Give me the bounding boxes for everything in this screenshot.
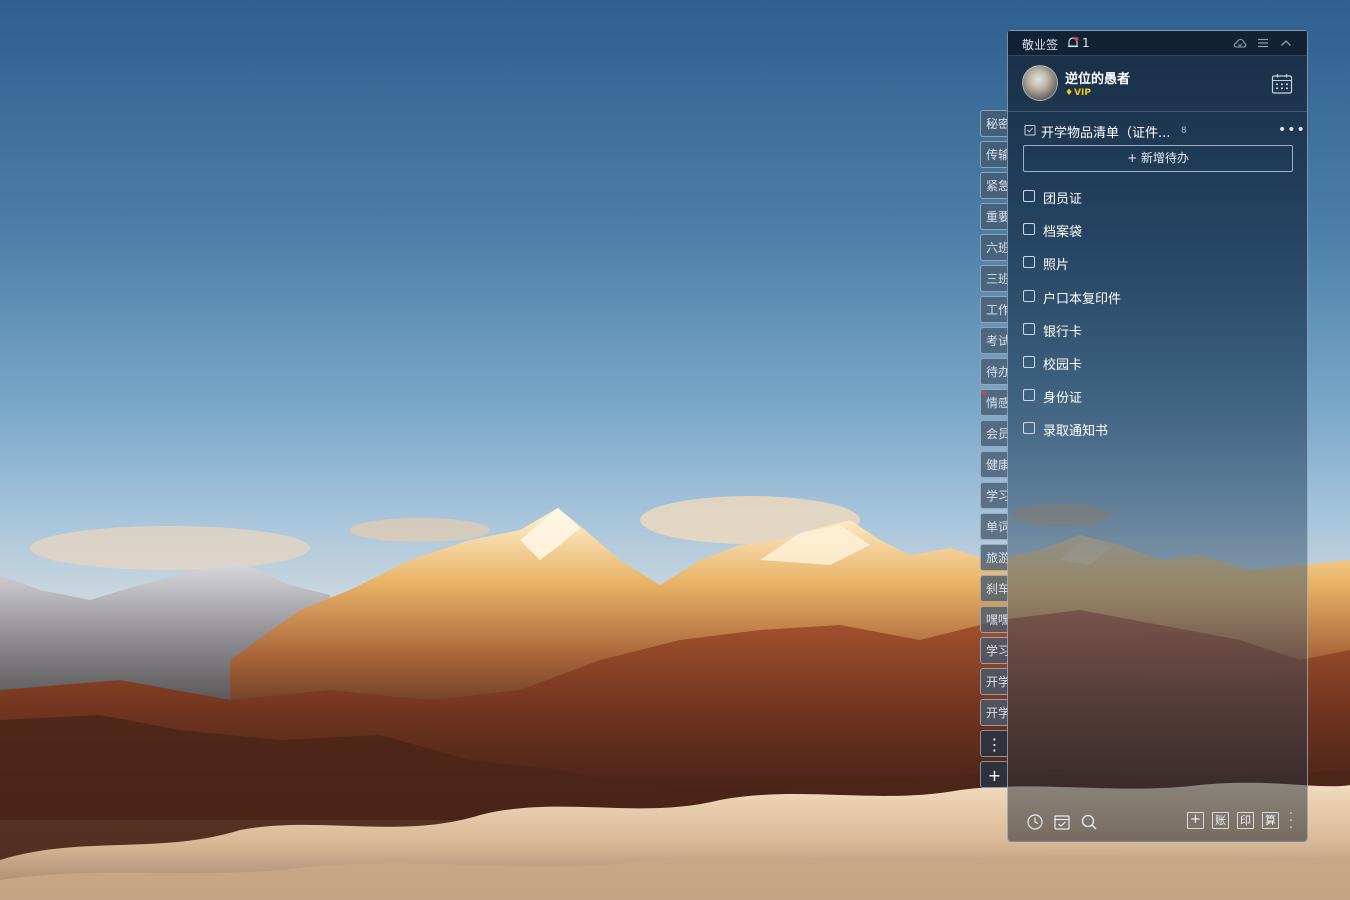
menu-icon[interactable] bbox=[1256, 36, 1270, 50]
side-tab[interactable]: 会员 bbox=[980, 420, 1008, 447]
side-tab[interactable]: 紧急 bbox=[980, 172, 1008, 199]
todo-checkbox[interactable] bbox=[1023, 422, 1035, 435]
todo-checkbox[interactable] bbox=[1023, 289, 1035, 302]
notification-count: 1 bbox=[1082, 36, 1090, 50]
todo-checkbox[interactable] bbox=[1023, 223, 1035, 236]
calendar-check-icon[interactable] bbox=[1053, 813, 1071, 831]
side-tab[interactable]: 六班 bbox=[980, 234, 1008, 261]
unread-dot bbox=[982, 391, 986, 395]
todo-item[interactable]: 身份证 bbox=[1023, 386, 1283, 406]
vip-badge-label: VIP bbox=[1074, 88, 1091, 98]
avatar[interactable] bbox=[1022, 65, 1058, 101]
side-tab[interactable]: 秘密 bbox=[980, 110, 1008, 137]
cloud-sync-icon[interactable] bbox=[1233, 36, 1247, 50]
todo-label: 录取通知书 bbox=[1043, 424, 1109, 440]
side-tab[interactable]: 考试 bbox=[980, 327, 1008, 354]
todo-checkbox[interactable] bbox=[1023, 190, 1035, 202]
todo-label: 户口本复印件 bbox=[1043, 291, 1122, 307]
user-profile: 逆位的愚者 ♦VIP bbox=[1008, 55, 1307, 112]
todo-label: 银行卡 bbox=[1043, 324, 1083, 340]
todo-label: 校园卡 bbox=[1043, 358, 1083, 373]
todo-item[interactable]: 银行卡 bbox=[1023, 320, 1283, 340]
side-tab[interactable]: 工作 bbox=[980, 296, 1008, 323]
side-tab[interactable]: 健康 bbox=[980, 451, 1008, 478]
collapse-chevron-up-icon[interactable] bbox=[1279, 36, 1293, 50]
side-tab[interactable]: 重要 bbox=[980, 203, 1008, 230]
todo-label: 档案袋 bbox=[1043, 225, 1083, 241]
bell-icon[interactable] bbox=[1066, 36, 1080, 50]
side-tab[interactable]: 开学 bbox=[980, 699, 1008, 726]
todo-label: 团员证 bbox=[1043, 192, 1083, 207]
todo-checkbox[interactable] bbox=[1023, 389, 1035, 402]
desktop-wallpaper: 秘密 传输 紧急 重要 六班 三班 工作 考试 待办 情感 会员 健康 学习 单词 旅游 刹车 嘿嘿 学习 开学 开学… bbox=[0, 0, 1350, 900]
calculator-button[interactable]: 算 bbox=[1262, 812, 1279, 829]
side-tab[interactable]: 传输 bbox=[980, 141, 1008, 168]
calendar-icon[interactable] bbox=[1270, 72, 1294, 96]
todo-label: 照片 bbox=[1043, 258, 1070, 274]
print-button[interactable]: 印 bbox=[1237, 812, 1254, 829]
clock-icon[interactable] bbox=[1026, 813, 1044, 831]
side-tab[interactable]: 单词 bbox=[980, 513, 1008, 540]
more-options-icon[interactable]: ••• bbox=[1278, 122, 1306, 138]
vip-badge: ♦VIP bbox=[1065, 88, 1091, 98]
list-header: 开学物品清单（证件... 8 ••• bbox=[1008, 119, 1307, 141]
bottom-toolbar: + 账 印 算 · · · bbox=[1008, 808, 1307, 835]
todo-item[interactable]: 团员证 bbox=[1023, 187, 1283, 207]
todo-checkbox[interactable] bbox=[1023, 322, 1035, 335]
side-tab[interactable]: 嘿嘿 bbox=[980, 606, 1008, 633]
more-tabs-icon[interactable]: ⋮ bbox=[980, 730, 1008, 757]
todo-widget-panel: 敬业签 1 逆位的愚者 ♦VIP 开学物品清单（证件... 8 ••• + 新增… bbox=[1007, 30, 1308, 842]
todo-checkbox[interactable] bbox=[1023, 256, 1035, 269]
side-tab[interactable]: 开学 bbox=[980, 668, 1008, 695]
search-icon[interactable] bbox=[1080, 813, 1098, 831]
account-book-button[interactable]: 账 bbox=[1212, 812, 1229, 829]
side-tab[interactable]: 旅游 bbox=[980, 544, 1008, 571]
side-tab[interactable]: 情感 bbox=[980, 389, 1008, 416]
app-name: 敬业签 bbox=[1022, 38, 1059, 52]
more-vertical-icon[interactable]: · · · bbox=[1288, 808, 1294, 835]
side-tab[interactable]: 待办 bbox=[980, 358, 1008, 385]
side-tab[interactable]: 学习 bbox=[980, 482, 1008, 509]
diamond-icon: ♦ bbox=[1065, 88, 1074, 98]
checklist-icon bbox=[1024, 125, 1036, 136]
side-tab[interactable]: 学习 bbox=[980, 637, 1008, 664]
side-tab[interactable]: 刹车 bbox=[980, 575, 1008, 602]
todo-item[interactable]: 录取通知书 bbox=[1023, 419, 1283, 439]
add-todo-button[interactable]: + 新增待办 bbox=[1023, 145, 1293, 172]
todo-item[interactable]: 户口本复印件 bbox=[1023, 287, 1283, 307]
widget-titlebar: 敬业签 1 bbox=[1008, 31, 1307, 56]
todo-item[interactable]: 档案袋 bbox=[1023, 220, 1283, 240]
username: 逆位的愚者 bbox=[1065, 72, 1131, 87]
todo-item[interactable]: 校园卡 bbox=[1023, 353, 1283, 373]
todo-label: 身份证 bbox=[1043, 391, 1083, 407]
side-tab[interactable]: 三班 bbox=[980, 265, 1008, 292]
list-item-count: 8 bbox=[1181, 126, 1187, 136]
add-note-button[interactable]: + bbox=[1187, 812, 1204, 829]
add-tab-button[interactable]: + bbox=[980, 761, 1008, 788]
todo-item[interactable]: 照片 bbox=[1023, 253, 1283, 273]
todo-checkbox[interactable] bbox=[1023, 356, 1035, 368]
list-title[interactable]: 开学物品清单（证件... bbox=[1041, 122, 1170, 141]
